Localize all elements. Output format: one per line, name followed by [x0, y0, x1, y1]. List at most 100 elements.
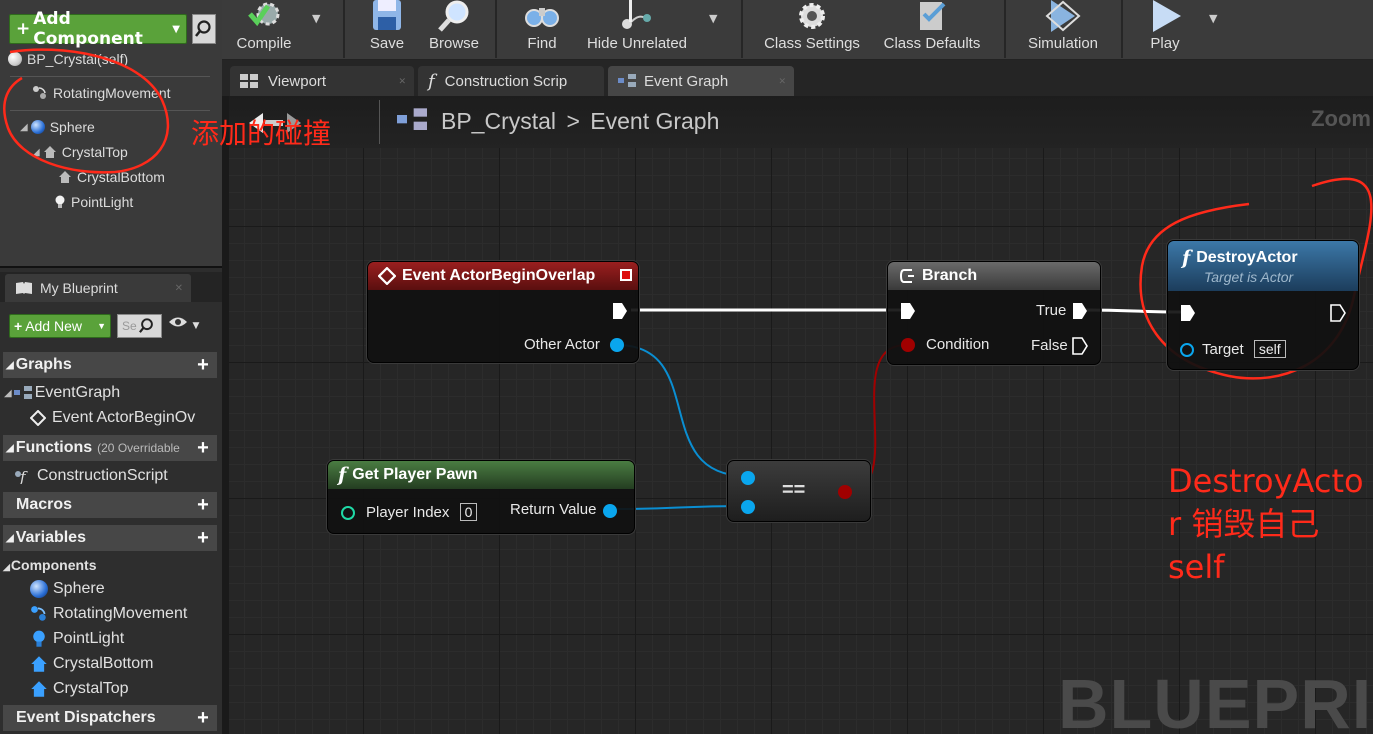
toolbar-separator	[495, 0, 497, 58]
close-icon[interactable]: ✕	[398, 76, 406, 87]
node-title: Get Player Pawn	[352, 466, 478, 483]
pin-target-label: Target self	[1202, 340, 1286, 358]
chevron-down-icon[interactable]: ▼	[709, 12, 717, 25]
collapse-arrow-icon: ◢	[6, 359, 14, 371]
function-icon: f	[15, 468, 28, 484]
object-wire[interactable]	[616, 344, 747, 477]
toolbar-label: Simulation	[1027, 35, 1099, 52]
node-branch[interactable]: Branch True Condition False	[887, 261, 1101, 365]
toolbar-separator	[1121, 0, 1123, 58]
collapse-arrow-icon: ◢	[3, 562, 10, 572]
event-graph-canvas[interactable]: BP_Crystal > Event Graph Zoom BLUEPRIN E…	[229, 96, 1373, 734]
toolbar-label: Class Defaults	[883, 35, 981, 52]
pin-false-label: False	[1031, 337, 1068, 354]
toolbar-separator	[741, 0, 743, 58]
collapse-arrow-icon: ◢	[6, 442, 14, 454]
exec-out-pin[interactable]	[1330, 304, 1346, 322]
bool-pin[interactable]	[901, 338, 915, 352]
graph-event-item[interactable]: Event ActorBeginOv	[30, 409, 195, 427]
components-category[interactable]: ◢Components	[3, 557, 96, 573]
search-input[interactable]: Se	[117, 314, 162, 338]
object-pin[interactable]	[741, 471, 755, 485]
exec-out-pin[interactable]	[612, 302, 628, 320]
tab-my-blueprint[interactable]: My Blueprint ✕	[5, 274, 191, 302]
section-macros[interactable]: Macros +	[3, 492, 217, 518]
simulation-button[interactable]: Simulation	[1022, 0, 1104, 58]
function-icon: f	[338, 464, 347, 486]
exec-in-pin[interactable]	[900, 302, 916, 320]
category-label: Components	[10, 557, 97, 573]
chevron-down-icon[interactable]: ▼	[1209, 12, 1217, 25]
add-macro-button[interactable]: +	[193, 495, 213, 515]
close-icon[interactable]: ✕	[175, 283, 183, 294]
exec-true-pin[interactable]	[1072, 302, 1088, 320]
tab-construction-script[interactable]: f Construction Scrip	[418, 66, 604, 96]
player-index-label: Player Index	[366, 504, 450, 521]
variable-pointlight[interactable]: PointLight	[30, 630, 124, 648]
add-function-button[interactable]: +	[193, 438, 213, 458]
node-destroy-actor[interactable]: f DestroyActor Target is Actor Target se…	[1167, 240, 1359, 370]
node-header: f Get Player Pawn	[328, 461, 634, 489]
exec-in-pin[interactable]	[1180, 304, 1196, 322]
light-bulb-icon	[33, 630, 45, 647]
variable-sphere[interactable]: Sphere	[30, 580, 105, 598]
find-button[interactable]: Find	[516, 0, 568, 58]
add-graph-button[interactable]: +	[193, 355, 213, 375]
add-variable-button[interactable]: +	[193, 528, 213, 548]
section-functions[interactable]: ◢ Functions (20 Overridable +	[3, 435, 217, 461]
player-index-value[interactable]: 0	[459, 503, 478, 521]
node-equals[interactable]: ==	[727, 460, 871, 522]
node-header: Branch	[888, 262, 1100, 290]
node-event-actor-begin-overlap[interactable]: Event ActorBeginOverlap Other Actor	[367, 261, 639, 363]
blueprint-editor: + Add Component ▼ BP_Crystal(self) Rotat…	[0, 0, 1373, 734]
graph-eventgraph[interactable]: ◢ EventGraph	[4, 384, 120, 402]
object-pin[interactable]	[741, 500, 755, 514]
destroy-annotation: DestroyActo r 销毁自己 self	[1168, 460, 1364, 589]
object-pin[interactable]	[603, 504, 617, 518]
section-variables[interactable]: ◢ Variables +	[3, 525, 217, 551]
exec-false-pin[interactable]	[1072, 337, 1088, 355]
pin-player-index-label: Player Index 0	[366, 503, 478, 521]
section-event-dispatchers[interactable]: Event Dispatchers +	[3, 705, 217, 731]
variable-rotatingmovement[interactable]: RotatingMovement	[30, 605, 187, 623]
target-value[interactable]: self	[1253, 340, 1286, 358]
item-label: EventGraph	[34, 384, 121, 401]
item-label: Sphere	[53, 580, 105, 597]
target-label: Target	[1202, 341, 1244, 358]
toolbar-label: Class Settings	[764, 35, 860, 52]
toolbar-label: Browse	[428, 35, 480, 52]
plus-icon: +	[14, 318, 23, 334]
function-icon: f	[1182, 247, 1191, 269]
toolbar-label: Find	[527, 35, 557, 52]
eye-icon	[169, 317, 187, 327]
bool-pin[interactable]	[838, 485, 852, 499]
variable-crystaltop[interactable]: CrystalTop	[30, 680, 129, 698]
section-graphs[interactable]: ◢ Graphs +	[3, 352, 217, 378]
play-button[interactable]: Play	[1140, 0, 1190, 58]
browse-button[interactable]: Browse	[424, 0, 484, 58]
class-defaults-button[interactable]: Class Defaults	[881, 0, 983, 58]
item-label: Event ActorBeginOv	[52, 409, 196, 426]
tab-label: Construction Scrip	[444, 72, 568, 90]
node-get-player-pawn[interactable]: f Get Player Pawn Player Index 0 Return …	[327, 460, 635, 534]
object-pin[interactable]	[1180, 343, 1194, 357]
add-dispatcher-button[interactable]: +	[193, 708, 213, 728]
tab-event-graph[interactable]: Event Graph ✕	[608, 66, 794, 96]
toolbar-label: Play	[1150, 35, 1180, 52]
collapse-arrow-icon: ◢	[4, 387, 12, 399]
node-title: Event ActorBeginOverlap	[402, 267, 596, 284]
hide-unrelated-button[interactable]: Hide Unrelated	[582, 0, 692, 58]
object-pin[interactable]	[610, 338, 624, 352]
delegate-pin-icon[interactable]	[620, 269, 632, 281]
int-pin[interactable]	[341, 506, 355, 520]
binoculars-icon	[525, 8, 559, 27]
class-settings-button[interactable]: Class Settings	[760, 0, 864, 58]
breadcrumb-blueprint[interactable]: BP_Crystal	[441, 108, 556, 134]
annotation-line: r 销毁自己	[1168, 505, 1320, 543]
close-icon[interactable]: ✕	[778, 76, 786, 87]
function-constructionscript[interactable]: f ConstructionScript	[14, 467, 168, 485]
visibility-filter-button[interactable]: ▼	[168, 316, 199, 332]
node-header: f DestroyActor Target is Actor	[1168, 241, 1358, 291]
variable-crystalbottom[interactable]: CrystalBottom	[30, 655, 153, 673]
add-new-button[interactable]: + Add New ▼	[9, 314, 111, 338]
